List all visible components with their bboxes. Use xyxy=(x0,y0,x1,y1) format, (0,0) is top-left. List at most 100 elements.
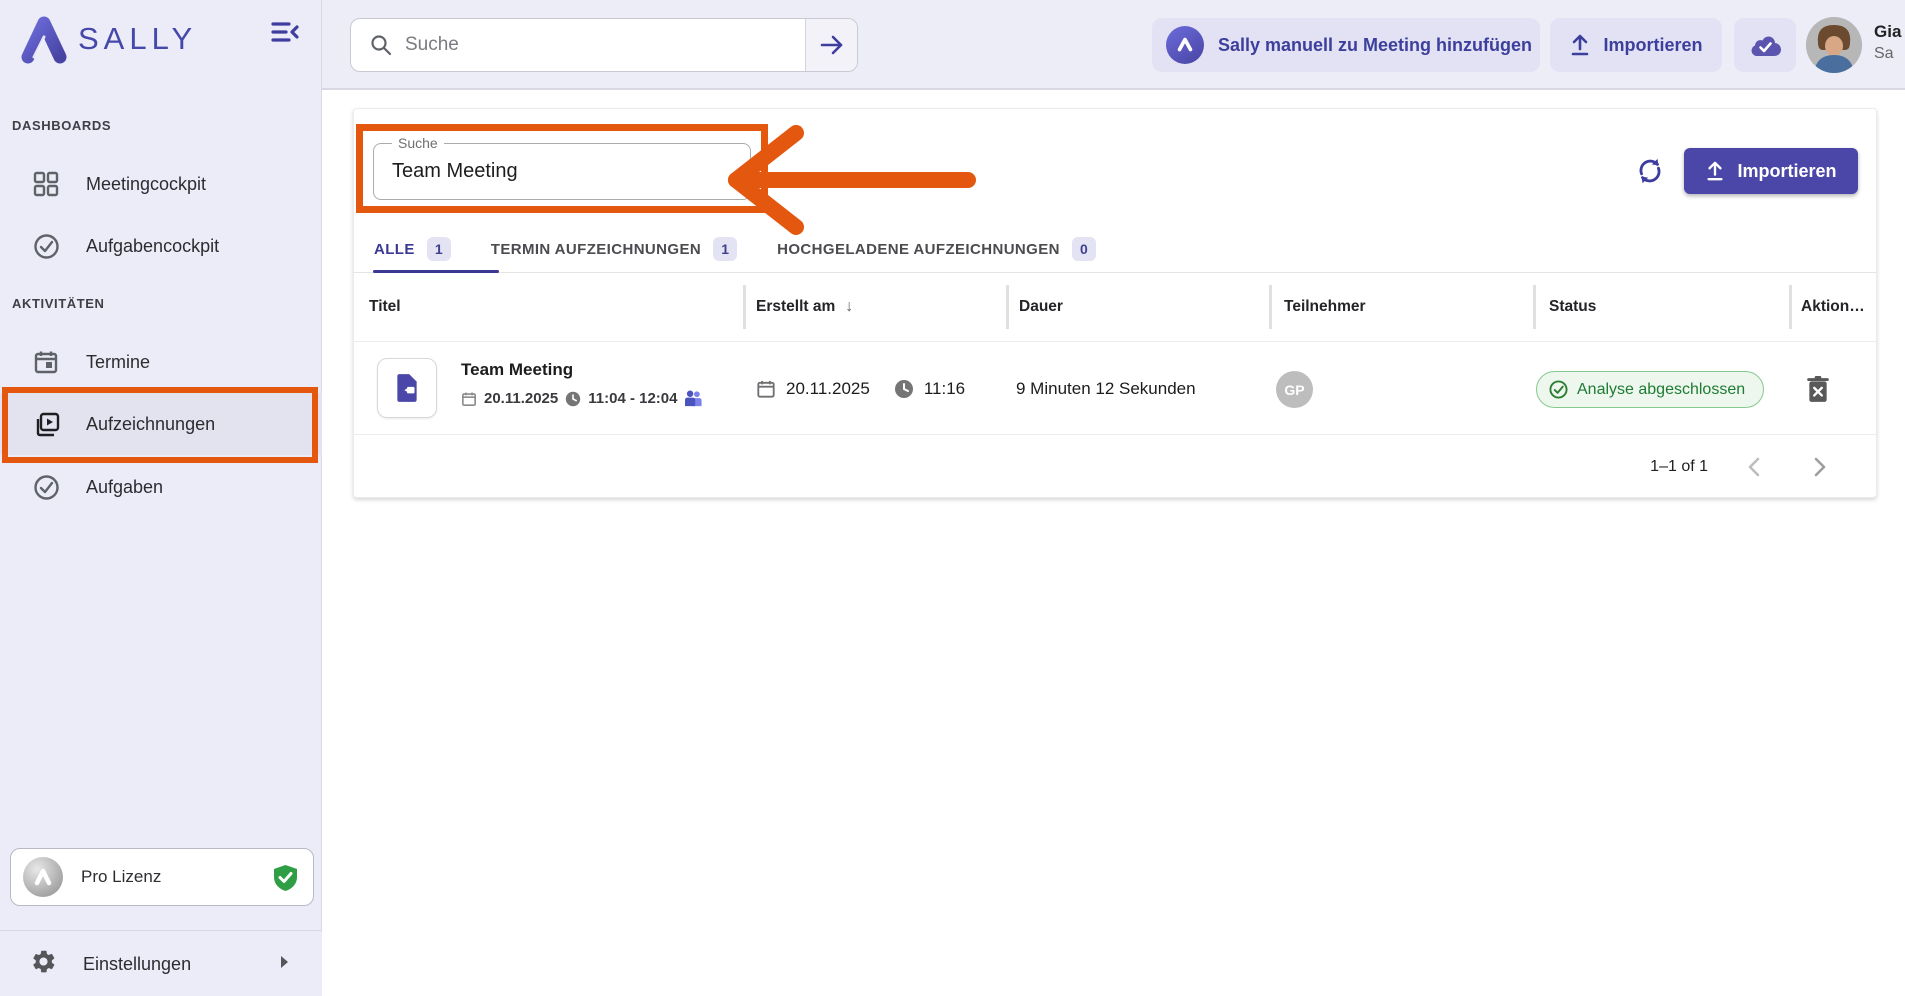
sidebar-collapse-button[interactable] xyxy=(267,16,303,48)
sidebar-item-aufgaben[interactable]: Aufgaben xyxy=(0,456,322,518)
license-card[interactable]: Pro Lizenz xyxy=(10,848,314,906)
sidebar-item-label: Aufgaben xyxy=(86,477,163,498)
pagination-next-button[interactable] xyxy=(1800,447,1840,487)
section-label-aktivitaeten: AKTIVITÄTEN xyxy=(12,296,105,311)
sidebar-item-label: Meetingcockpit xyxy=(86,174,206,195)
shield-check-icon xyxy=(272,864,299,897)
sidebar-item-label: Aufzeichnungen xyxy=(86,414,215,435)
participant-avatar[interactable]: GP xyxy=(1276,371,1313,408)
sidebar-item-aufgabencockpit[interactable]: Aufgabencockpit xyxy=(0,215,322,277)
import-top-label: Importieren xyxy=(1603,35,1702,56)
tabs: ALLE 1 TERMIN AUFZEICHNUNGEN 1 HOCHGELAD… xyxy=(354,226,1876,273)
column-header-aktion[interactable]: Aktion… xyxy=(1801,273,1865,341)
dashboard-grid-icon xyxy=(32,170,60,198)
section-label-dashboards: DASHBOARDS xyxy=(12,118,111,133)
avatar-photo xyxy=(1806,17,1862,73)
user-avatar[interactable] xyxy=(1806,17,1862,73)
tab-termin-aufzeichnungen[interactable]: TERMIN AUFZEICHNUNGEN 1 xyxy=(471,226,757,272)
filter-input[interactable] xyxy=(392,144,722,199)
recording-title: Team Meeting xyxy=(461,360,573,380)
app-logo[interactable]: SALLY xyxy=(18,10,308,68)
column-divider xyxy=(1006,285,1009,329)
check-circle-icon xyxy=(1549,380,1568,399)
sally-silver-logo-icon xyxy=(23,857,63,897)
tab-hochgeladene-aufzeichnungen[interactable]: HOCHGELADENE AUFZEICHNUNGEN 0 xyxy=(757,226,1116,272)
sally-logo-icon xyxy=(18,13,70,65)
sidebar-item-label: Termine xyxy=(86,352,150,373)
column-header-dauer[interactable]: Dauer xyxy=(1019,273,1063,341)
sidebar: SALLY DASHBOARDS Meetingcockpit xyxy=(0,0,322,996)
clock-icon xyxy=(894,379,914,399)
recording-date: 20.11.2025 xyxy=(484,390,558,407)
pagination-prev-button[interactable] xyxy=(1734,447,1774,487)
settings-label: Einstellungen xyxy=(83,954,191,975)
global-search-input[interactable] xyxy=(405,34,765,56)
column-header-teilnehmer[interactable]: Teilnehmer xyxy=(1284,273,1366,341)
cloud-sync-button[interactable] xyxy=(1734,18,1796,72)
tab-count-badge: 1 xyxy=(427,237,451,261)
import-button-top[interactable]: Importieren xyxy=(1550,18,1722,72)
column-divider xyxy=(743,285,746,329)
search-icon xyxy=(369,33,393,57)
column-header-titel[interactable]: Titel xyxy=(369,273,401,341)
gear-icon xyxy=(30,948,57,980)
sidebar-item-aufzeichnungen[interactable]: Aufzeichnungen xyxy=(0,393,322,455)
column-divider xyxy=(1533,285,1536,329)
column-header-status[interactable]: Status xyxy=(1549,273,1596,341)
sidebar-item-meetingcockpit[interactable]: Meetingcockpit xyxy=(0,153,322,215)
sort-desc-icon[interactable]: ↓ xyxy=(845,298,853,316)
refresh-icon xyxy=(1635,156,1665,186)
refresh-button[interactable] xyxy=(1632,153,1668,189)
user-name: Gia xyxy=(1874,22,1905,42)
add-sally-to-meeting-button[interactable]: Sally manuell zu Meeting hinzufügen xyxy=(1152,18,1540,72)
cloud-check-icon xyxy=(1748,32,1782,58)
sidebar-divider xyxy=(0,930,322,931)
app-name: SALLY xyxy=(78,21,197,57)
arrow-right-icon xyxy=(819,34,845,56)
upload-icon xyxy=(1705,160,1725,182)
status-label: Analyse abgeschlossen xyxy=(1577,381,1745,399)
search-submit-button[interactable] xyxy=(805,19,857,71)
tab-count-badge: 1 xyxy=(713,237,737,261)
created-time: 11:16 xyxy=(924,379,965,399)
sally-logo-icon xyxy=(1166,26,1204,64)
calendar-icon xyxy=(32,348,60,376)
table-row[interactable]: Team Meeting 20.11.2025 11:04 - 12:04 xyxy=(354,341,1876,435)
recordings-panel: Suche xyxy=(353,108,1877,498)
recording-subtitle: 20.11.2025 11:04 - 12:04 xyxy=(461,390,703,407)
user-info[interactable]: Gia Sa xyxy=(1874,22,1905,63)
chevron-left-icon xyxy=(1747,457,1761,477)
license-label: Pro Lizenz xyxy=(81,867,161,887)
status-badge: Analyse abgeschlossen xyxy=(1536,371,1764,408)
check-circle-icon xyxy=(32,232,60,260)
chevron-right-icon xyxy=(1813,457,1827,477)
tab-alle[interactable]: ALLE 1 xyxy=(354,226,471,272)
recordings-icon xyxy=(32,410,60,438)
menu-collapse-icon xyxy=(270,19,300,45)
column-divider xyxy=(1789,285,1792,329)
tab-label: HOCHGELADENE AUFZEICHNUNGEN xyxy=(777,241,1060,258)
upload-icon xyxy=(1569,33,1591,57)
duration-cell: 9 Minuten 12 Sekunden xyxy=(1016,342,1196,436)
calendar-icon xyxy=(756,379,776,399)
teams-icon xyxy=(684,390,703,407)
column-header-erstellt-am[interactable]: Erstellt am ↓ xyxy=(756,273,853,341)
chevron-right-icon xyxy=(278,954,290,975)
tab-label: ALLE xyxy=(374,241,415,258)
import-button-main[interactable]: Importieren xyxy=(1684,148,1858,194)
pagination-range: 1–1 of 1 xyxy=(1650,458,1708,476)
created-date: 20.11.2025 xyxy=(786,379,870,399)
annotation-arrow xyxy=(722,121,980,239)
table-header: Titel Erstellt am ↓ Dauer Teilnehmer Sta… xyxy=(354,273,1876,341)
add-sally-to-meeting-label: Sally manuell zu Meeting hinzufügen xyxy=(1218,35,1532,56)
delete-recording-button[interactable] xyxy=(1802,373,1834,405)
tab-label: TERMIN AUFZEICHNUNGEN xyxy=(491,241,701,258)
open-recording-button[interactable] xyxy=(377,358,437,418)
clock-icon xyxy=(565,391,581,407)
created-at-cell: 20.11.2025 11:16 xyxy=(756,342,965,436)
sidebar-item-einstellungen[interactable]: Einstellungen xyxy=(0,932,322,996)
sidebar-item-termine[interactable]: Termine xyxy=(0,331,322,393)
import-main-label: Importieren xyxy=(1737,161,1836,182)
global-search xyxy=(350,18,858,72)
document-icon xyxy=(393,373,421,403)
